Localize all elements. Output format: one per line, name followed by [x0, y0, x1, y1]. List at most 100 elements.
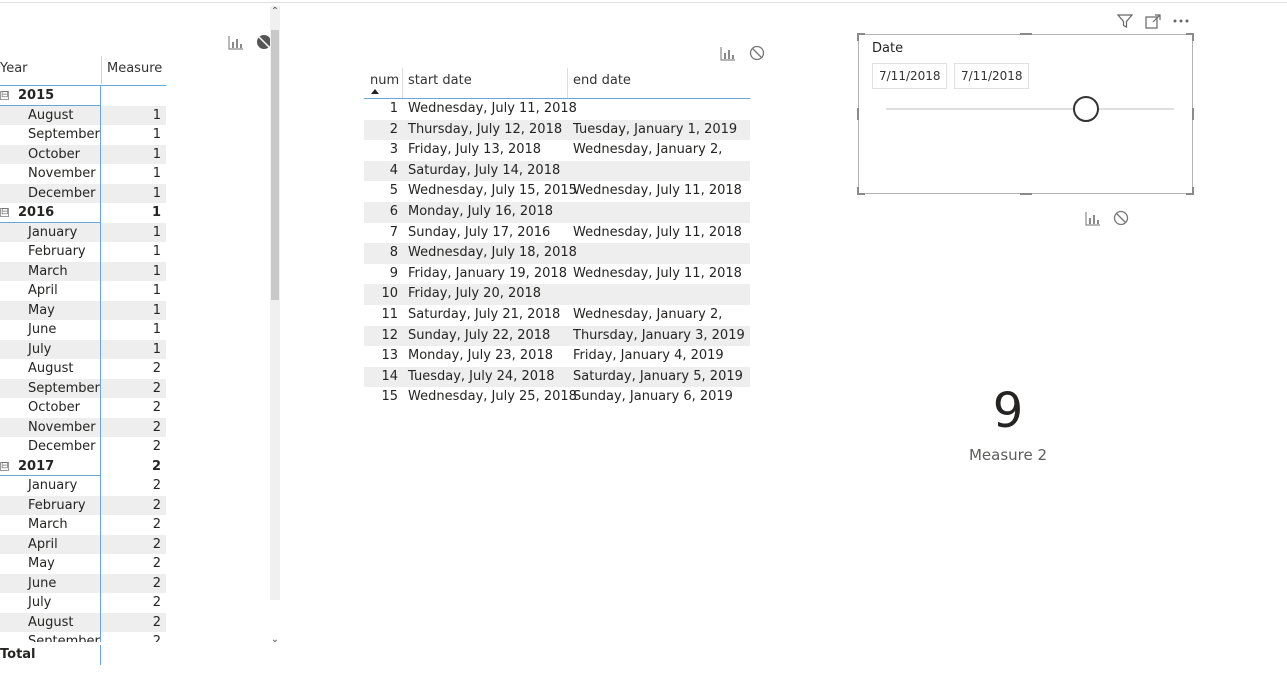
column-header-start-date[interactable]: start date [408, 73, 472, 88]
matrix-month-row[interactable]: December 1 [0, 183, 166, 203]
matrix-month-row[interactable]: December 2 [0, 437, 166, 457]
resize-handle[interactable] [1020, 33, 1032, 35]
matrix-header-measure[interactable]: Measure [107, 61, 162, 76]
resize-handle[interactable] [857, 33, 859, 41]
scroll-down-icon[interactable]: ⌄ [270, 634, 280, 645]
cell-start-date: Thursday, July 12, 2018 [408, 121, 563, 137]
cell-num: 9 [389, 265, 398, 281]
visual-interactions-icon[interactable] [720, 46, 736, 62]
matrix-month-row[interactable]: September 2 [0, 632, 166, 642]
matrix-month-row[interactable]: February 2 [0, 495, 166, 515]
resize-handle[interactable] [1192, 187, 1194, 195]
table-row[interactable]: 11 Saturday, July 21, 2018 Wednesday, Janu… [364, 305, 750, 343]
visual-interactions-icon[interactable] [228, 35, 244, 51]
matrix-row-label: May [28, 556, 55, 571]
slicer-start-date-input[interactable]: 7/11/2018 [872, 63, 947, 89]
matrix-month-row[interactable]: January 2 [0, 476, 166, 496]
cell-start-date: Monday, July 23, 2018 [408, 348, 553, 364]
matrix-month-row[interactable]: October 2 [0, 398, 166, 418]
resize-handle[interactable] [1020, 193, 1032, 195]
matrix-row-header: September [0, 632, 101, 642]
scroll-up-icon[interactable]: ⌃ [270, 6, 280, 17]
matrix-header-year[interactable]: Year [0, 61, 28, 76]
matrix-month-row[interactable]: November 2 [0, 417, 166, 437]
matrix-month-row[interactable]: April 2 [0, 534, 166, 554]
resize-handle[interactable] [1192, 33, 1194, 41]
matrix-scroll-thumb[interactable] [271, 30, 279, 300]
matrix-month-row[interactable]: July 1 [0, 339, 166, 359]
slicer-handle[interactable] [1073, 96, 1099, 122]
collapse-icon[interactable]: ⊟ [0, 208, 9, 217]
matrix-row-header: May [0, 300, 101, 320]
cell-num: 6 [389, 203, 398, 219]
resize-handle[interactable] [1192, 108, 1194, 120]
more-options-icon[interactable] [1172, 14, 1190, 28]
table-row[interactable]: 14 Tuesday, July 24, 2018 Saturday, Januar… [364, 366, 750, 388]
matrix-row-header: May [0, 554, 101, 574]
matrix-month-row[interactable]: April 1 [0, 281, 166, 301]
matrix-row-header: April [0, 534, 101, 554]
collapse-icon[interactable]: ⊟ [0, 91, 9, 100]
card-value: 9 [992, 383, 1024, 439]
matrix-month-row[interactable]: June 2 [0, 573, 166, 593]
matrix-year-row[interactable]: ⊟ 2017 2 [0, 456, 166, 476]
table-row[interactable]: 6 Monday, July 16, 2018 [364, 201, 750, 223]
resize-handle[interactable] [857, 187, 859, 195]
table-row[interactable]: 13 Monday, July 23, 2018 Friday, January 4… [364, 346, 750, 367]
table-row[interactable]: 8 Wednesday, July 18, 2018 [364, 243, 750, 264]
matrix-row-label: January [28, 224, 78, 240]
matrix-row-label: September [28, 380, 100, 396]
table-row[interactable]: 3 Friday, July 13, 2018 Wednesday, January… [364, 140, 750, 178]
resize-handle[interactable] [857, 108, 859, 120]
slicer-track[interactable] [886, 108, 1174, 110]
matrix-row-label: September [28, 127, 100, 142]
matrix-month-row[interactable]: May 2 [0, 554, 166, 574]
filter-icon[interactable] [1117, 13, 1133, 29]
cell-end-date: Wednesday, July 11, 2018 [573, 265, 742, 281]
matrix-row-header: March [0, 515, 101, 535]
none-icon[interactable] [749, 45, 765, 61]
matrix-month-row[interactable]: November 1 [0, 164, 166, 184]
matrix-month-row[interactable]: March 2 [0, 515, 166, 535]
column-header-num[interactable]: num [370, 73, 399, 88]
column-header-end-date[interactable]: end date [573, 73, 631, 88]
matrix-month-row[interactable]: May 1 [0, 300, 166, 320]
matrix-month-row[interactable]: June 1 [0, 320, 166, 340]
matrix-row-label: February [28, 244, 86, 259]
matrix-month-row[interactable]: January 1 [0, 222, 166, 242]
focus-mode-icon[interactable] [1145, 14, 1161, 30]
matrix-month-row[interactable]: September 2 [0, 378, 166, 398]
matrix-year-row[interactable]: ⊟ 2016 1 [0, 203, 166, 223]
table-row[interactable]: 1 Wednesday, July 11, 2018 [364, 99, 750, 120]
matrix-year-row[interactable]: ⊟ 2015 [0, 86, 166, 106]
collapse-icon[interactable]: ⊟ [0, 461, 9, 471]
table-row[interactable]: 4 Saturday, July 14, 2018 [364, 160, 750, 182]
table-row[interactable]: 9 Friday, January 19, 2018 Wednesday, July… [364, 264, 750, 285]
cell-start-date: Friday, July 20, 2018 [408, 286, 542, 302]
matrix-month-row[interactable]: September 1 [0, 125, 166, 145]
matrix-month-row[interactable]: August 1 [0, 105, 166, 125]
matrix-row-label: April [28, 536, 58, 552]
matrix-month-row[interactable]: July 2 [0, 593, 166, 613]
none-icon[interactable] [1113, 210, 1129, 226]
visual-interactions-icon[interactable] [1085, 211, 1101, 227]
matrix-body: ⊟ 2015 August 1 September 1 October 1 November 1 D… [0, 86, 166, 642]
matrix-month-row[interactable]: October 1 [0, 144, 166, 164]
cell-num: 4 [389, 162, 398, 178]
table-row[interactable]: 12 Sunday, July 22, 2018 Thursday, January… [364, 325, 750, 347]
matrix-month-row[interactable]: August 2 [0, 612, 166, 632]
matrix-month-row[interactable]: March 1 [0, 261, 166, 281]
matrix-month-row[interactable]: August 2 [0, 359, 166, 379]
table-row[interactable]: 15 Wednesday, July 25, 2018 Sunday, Januar… [364, 387, 750, 408]
cell-end-date: Friday, January 4, 2019 [573, 348, 724, 364]
slicer-end-date-input[interactable]: 7/11/2018 [954, 63, 1029, 89]
matrix-cell-value: 2 [152, 634, 161, 642]
matrix-cell-value: 1 [101, 144, 166, 164]
table-row[interactable]: 7 Sunday, July 17, 2016 Wednesday, July 11… [364, 223, 750, 244]
table-row[interactable]: 10 Friday, July 20, 2018 [364, 284, 750, 305]
table-row[interactable]: 2 Thursday, July 12, 2018 Tuesday, January… [364, 119, 750, 141]
matrix-row-label: June [28, 322, 57, 337]
table-row[interactable]: 5 Wednesday, July 15, 2015 Wednesday, July… [364, 181, 750, 202]
matrix-month-row[interactable]: February 1 [0, 242, 166, 262]
matrix-row-header: January [0, 222, 101, 242]
